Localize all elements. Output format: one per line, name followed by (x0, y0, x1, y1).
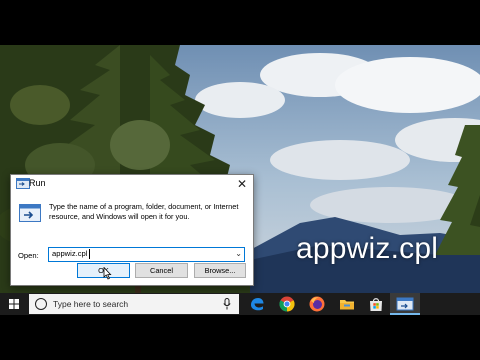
run-icon (396, 297, 414, 311)
taskbar-search-box[interactable]: Type here to search (29, 294, 239, 314)
run-dialog: Run ✕ Type the name of a program, folder… (10, 174, 254, 286)
chevron-down-icon[interactable]: ⌄ (235, 249, 242, 258)
taskbar-run-active[interactable] (390, 293, 420, 315)
taskbar: Type here to search (0, 293, 480, 315)
microphone-icon[interactable] (223, 298, 231, 310)
mouse-cursor-icon (103, 267, 112, 280)
cancel-button[interactable]: Cancel (135, 263, 188, 278)
open-input-value: appwiz.cpl (52, 249, 88, 258)
start-button[interactable] (0, 293, 28, 315)
run-description: Type the name of a program, folder, docu… (49, 202, 239, 221)
windows-logo-icon (9, 299, 19, 309)
firefox-icon[interactable] (308, 295, 326, 313)
close-button[interactable]: ✕ (234, 176, 250, 192)
letterbox-top (0, 0, 480, 45)
text-caret (89, 249, 90, 259)
edge-icon[interactable] (248, 295, 266, 313)
cortana-icon (35, 298, 47, 310)
run-dialog-titlebar[interactable]: Run ✕ (11, 175, 253, 193)
run-dialog-body: Type the name of a program, folder, docu… (11, 193, 253, 285)
open-label: Open: (18, 251, 39, 260)
file-explorer-icon[interactable] (338, 295, 356, 313)
search-placeholder: Type here to search (53, 299, 129, 309)
run-program-icon (19, 204, 41, 222)
open-input[interactable]: appwiz.cpl ⌄ (48, 247, 245, 262)
browse-button[interactable]: Browse... (194, 263, 246, 278)
letterbox-bottom (0, 315, 480, 360)
run-dialog-title: Run (29, 178, 46, 188)
overlay-caption: appwiz.cpl (296, 232, 439, 265)
run-app-icon (16, 178, 30, 189)
chrome-icon[interactable] (278, 295, 296, 313)
store-icon[interactable] (367, 295, 385, 313)
